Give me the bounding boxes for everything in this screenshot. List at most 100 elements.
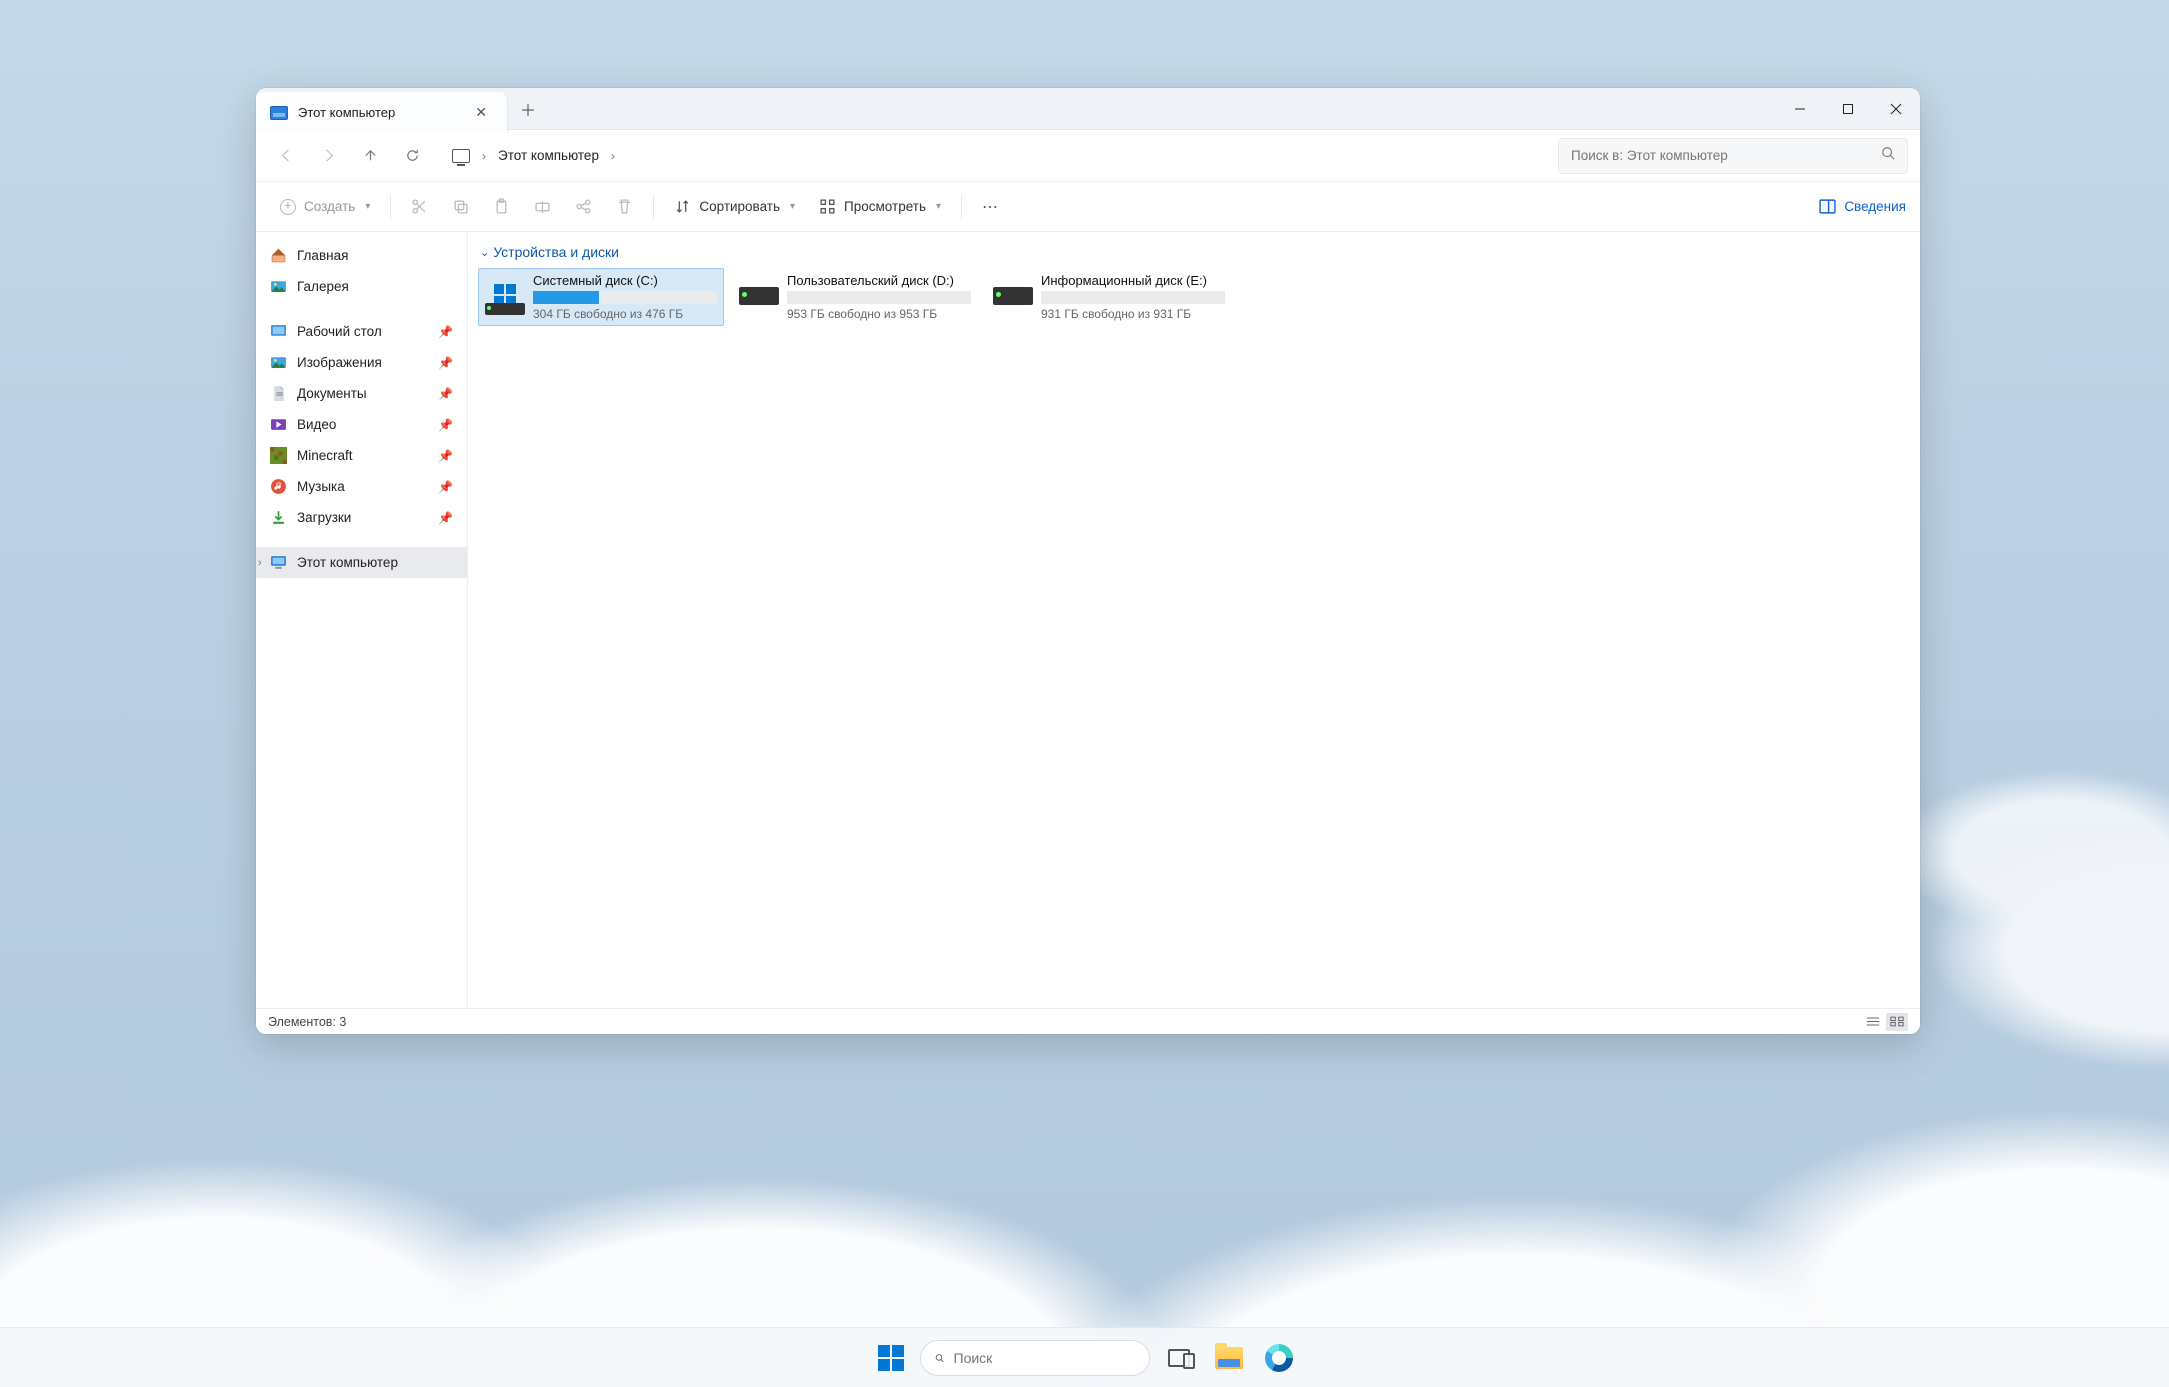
pin-icon: 📌 xyxy=(438,325,453,339)
separator xyxy=(653,195,654,219)
drive-item[interactable]: Информационный диск (E:) 931 ГБ свободно … xyxy=(986,268,1232,326)
hdd-icon xyxy=(993,287,1033,305)
drive-usage-bar xyxy=(787,291,971,304)
drive-item[interactable]: Пользовательский диск (D:) 953 ГБ свободн… xyxy=(732,268,978,326)
close-button[interactable] xyxy=(1872,88,1920,129)
task-view-button[interactable] xyxy=(1158,1337,1200,1379)
sidebar-label: Документы xyxy=(297,386,367,401)
drive-item[interactable]: Системный диск (C:)304 ГБ свободно из 47… xyxy=(478,268,724,326)
windows-logo-icon xyxy=(878,1345,904,1371)
separator xyxy=(390,195,391,219)
drive-free-text: 953 ГБ свободно из 953 ГБ xyxy=(787,307,971,321)
taskbar-search[interactable] xyxy=(920,1340,1150,1376)
sidebar-this-pc[interactable]: › Этот компьютер xyxy=(256,547,467,578)
sidebar: Главная Галерея Рабочий стол 📌 Изображен… xyxy=(256,232,468,1008)
drives-list: Системный диск (C:)304 ГБ свободно из 47… xyxy=(478,268,1910,326)
body: Главная Галерея Рабочий стол 📌 Изображен… xyxy=(256,232,1920,1008)
create-label: Создать xyxy=(304,199,355,214)
home-icon xyxy=(270,247,287,264)
taskbar xyxy=(0,1327,2169,1387)
desktop-icon xyxy=(270,323,287,340)
search-icon xyxy=(1881,146,1895,165)
address-bar[interactable]: › Этот компьютер › xyxy=(442,138,1546,174)
sidebar-label: Главная xyxy=(297,248,348,263)
sidebar-quick-minecraft[interactable]: Minecraft 📌 xyxy=(256,440,467,471)
drive-name: Информационный диск (E:) xyxy=(1041,273,1225,288)
pin-icon: 📌 xyxy=(438,480,453,494)
file-explorer-window: Этот компьютер ✕ ＋ xyxy=(256,88,1920,1034)
sidebar-label: Музыка xyxy=(297,479,345,494)
sidebar-quick-downloads[interactable]: Загрузки 📌 xyxy=(256,502,467,533)
hdd-icon xyxy=(739,287,779,305)
minecraft-icon xyxy=(270,447,287,464)
chevron-down-icon: ▾ xyxy=(365,201,370,212)
statusbar: Элементов: 3 xyxy=(256,1008,1920,1034)
sidebar-quick-desktop[interactable]: Рабочий стол 📌 xyxy=(256,316,467,347)
music-icon xyxy=(270,478,287,495)
sort-button[interactable]: Сортировать ▾ xyxy=(664,192,805,221)
tab-title: Этот компьютер xyxy=(298,105,459,120)
share-button[interactable] xyxy=(565,192,602,221)
rename-button[interactable] xyxy=(524,192,561,221)
this-pc-icon xyxy=(270,106,288,120)
status-item-count: Элементов: 3 xyxy=(268,1015,346,1029)
chevron-down-icon: ▾ xyxy=(790,201,795,212)
pin-icon: 📌 xyxy=(438,449,453,463)
search-box[interactable] xyxy=(1558,138,1908,174)
more-button[interactable]: ⋯ xyxy=(972,191,1010,223)
taskbar-search-input[interactable] xyxy=(954,1350,1135,1366)
view-button[interactable]: Просмотреть ▾ xyxy=(809,192,951,221)
sidebar-home[interactable]: Главная xyxy=(256,240,467,271)
nav-forward-button[interactable] xyxy=(310,138,346,174)
sidebar-quick-music[interactable]: Музыка 📌 xyxy=(256,471,467,502)
delete-button[interactable] xyxy=(606,192,643,221)
details-pane-button[interactable]: Сведения xyxy=(1819,198,1906,215)
plus-circle-icon: + xyxy=(280,199,296,215)
download-icon xyxy=(270,509,287,526)
separator xyxy=(961,195,962,219)
taskbar-file-explorer[interactable] xyxy=(1208,1337,1250,1379)
pin-icon: 📌 xyxy=(438,418,453,432)
minimize-button[interactable] xyxy=(1776,88,1824,129)
paste-button[interactable] xyxy=(483,192,520,221)
search-input[interactable] xyxy=(1571,148,1871,163)
sidebar-label: Этот компьютер xyxy=(297,555,398,570)
drive-name: Пользовательский диск (D:) xyxy=(787,273,971,288)
drive-free-text: 304 ГБ свободно из 476 ГБ xyxy=(533,307,717,321)
sidebar-label: Minecraft xyxy=(297,448,353,463)
drive-free-text: 931 ГБ свободно из 931 ГБ xyxy=(1041,307,1225,321)
task-view-icon xyxy=(1168,1349,1190,1367)
video-icon xyxy=(270,416,287,433)
sidebar-quick-videos[interactable]: Видео 📌 xyxy=(256,409,467,440)
nav-back-button[interactable] xyxy=(268,138,304,174)
sidebar-label: Галерея xyxy=(297,279,349,294)
sidebar-label: Загрузки xyxy=(297,510,351,525)
chevron-right-icon[interactable]: › xyxy=(258,557,262,569)
list-view-button[interactable] xyxy=(1862,1013,1884,1031)
cut-button[interactable] xyxy=(401,192,438,221)
chevron-right-icon: › xyxy=(482,149,486,163)
nav-refresh-button[interactable] xyxy=(394,138,430,174)
chevron-right-icon: › xyxy=(611,149,615,163)
nav-up-button[interactable] xyxy=(352,138,388,174)
titlebar: Этот компьютер ✕ ＋ xyxy=(256,88,1920,130)
sidebar-gallery[interactable]: Галерея xyxy=(256,271,467,302)
section-devices-header[interactable]: ⌄ Устройства и диски xyxy=(478,240,1910,268)
new-tab-button[interactable]: ＋ xyxy=(508,88,548,129)
create-button[interactable]: + Создать ▾ xyxy=(270,193,380,221)
tab-close-button[interactable]: ✕ xyxy=(469,100,493,125)
start-button[interactable] xyxy=(870,1337,912,1379)
this-pc-icon xyxy=(270,554,287,571)
sort-label: Сортировать xyxy=(699,199,780,214)
sidebar-quick-pictures[interactable]: Изображения 📌 xyxy=(256,347,467,378)
taskbar-edge[interactable] xyxy=(1258,1337,1300,1379)
tiles-view-button[interactable] xyxy=(1886,1013,1908,1031)
tab-this-pc[interactable]: Этот компьютер ✕ xyxy=(256,92,508,133)
sidebar-quick-documents[interactable]: Документы 📌 xyxy=(256,378,467,409)
copy-button[interactable] xyxy=(442,192,479,221)
search-icon xyxy=(935,1350,944,1366)
details-label: Сведения xyxy=(1844,199,1906,214)
maximize-button[interactable] xyxy=(1824,88,1872,129)
documents-icon xyxy=(270,385,287,402)
pictures-icon xyxy=(270,354,287,371)
